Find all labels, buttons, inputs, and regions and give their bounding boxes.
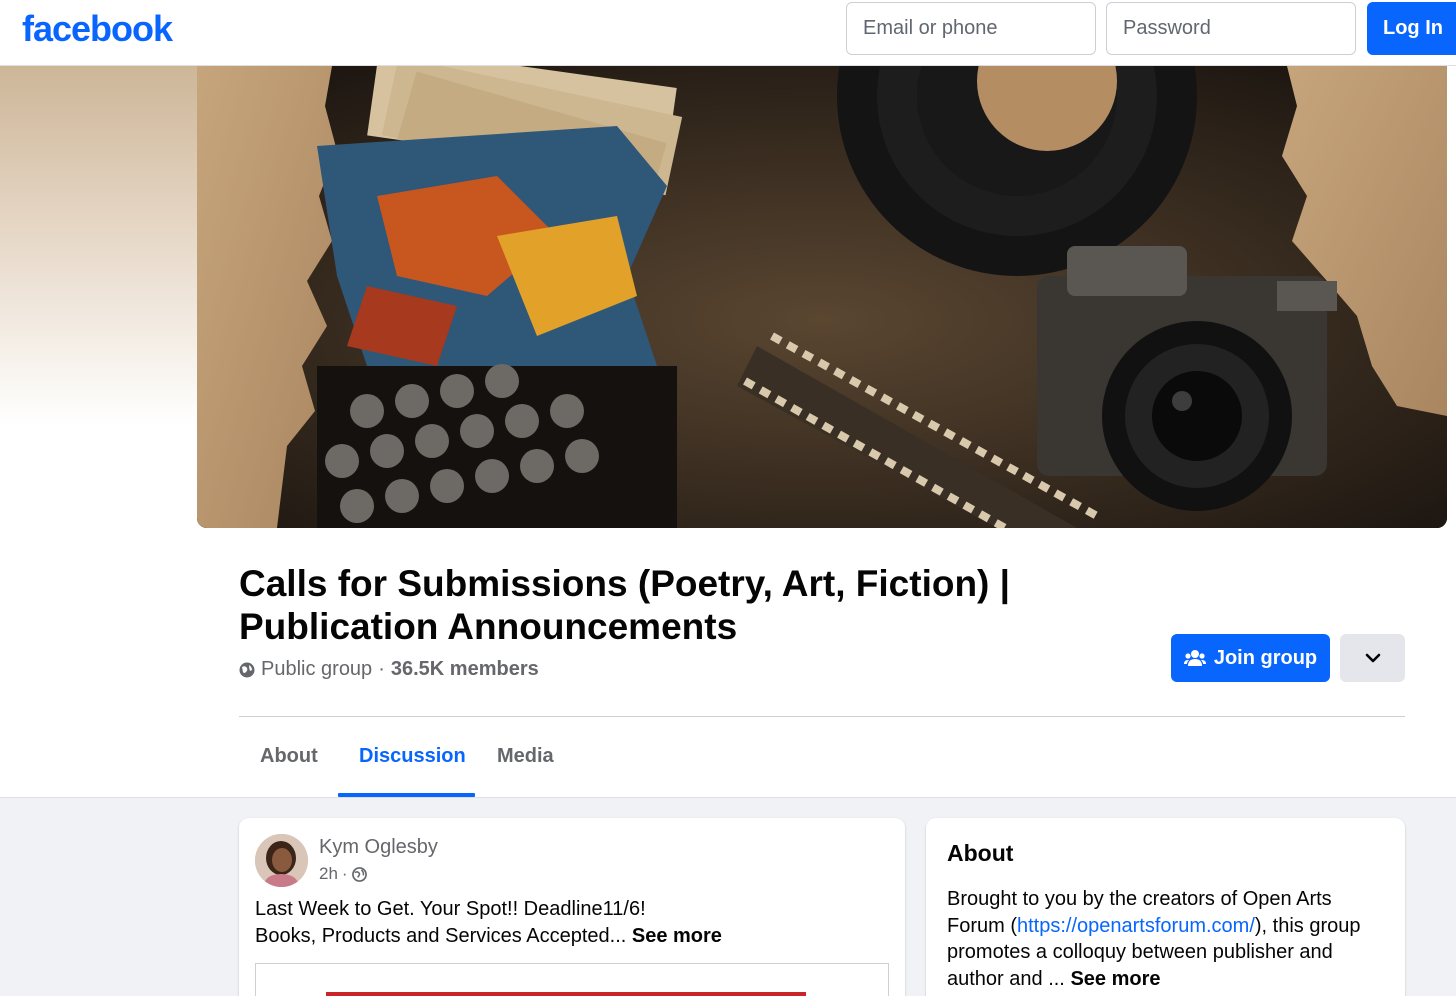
about-description: Brought to you by the creators of Open A…: [947, 886, 1387, 992]
about-card: About Brought to you by the creators of …: [926, 818, 1405, 996]
post-author[interactable]: Kym Oglesby: [319, 836, 438, 859]
post-time-value[interactable]: 2h: [319, 864, 338, 884]
about-link[interactable]: https://openartsforum.com/: [1017, 915, 1255, 937]
post-line-1: Last Week to Get. Your Spot!! Deadline11…: [255, 898, 646, 920]
tab-about[interactable]: About: [260, 745, 318, 768]
globe-icon: [351, 866, 367, 882]
join-group-button[interactable]: Join group: [1171, 634, 1330, 682]
tab-media[interactable]: Media: [497, 745, 554, 768]
post-card: Kym Oglesby 2h · Last Week to Get. Your …: [239, 818, 905, 996]
join-group-label: Join group: [1213, 646, 1318, 669]
globe-icon: [239, 662, 255, 677]
post-text: Last Week to Get. Your Spot!! Deadline11…: [255, 896, 722, 950]
left-background-fade: [0, 66, 197, 426]
post-line-2: Books, Products and Services Accepted...…: [255, 923, 722, 950]
about-see-more-link[interactable]: See more: [1070, 968, 1160, 990]
cover-photo: [197, 66, 1447, 528]
group-meta: Public group · 36.5K members: [239, 658, 539, 681]
password-field[interactable]: [1106, 2, 1356, 55]
header-divider: [239, 716, 1405, 717]
top-bar: facebook Log In: [0, 0, 1456, 66]
post-image[interactable]: [255, 963, 889, 996]
group-options-button[interactable]: [1340, 634, 1405, 682]
post-timestamp: 2h ·: [319, 864, 367, 884]
privacy-label: Public group: [261, 658, 373, 680]
join-group-icon: [1183, 650, 1206, 666]
avatar[interactable]: [255, 834, 308, 887]
member-count[interactable]: 36.5K members: [391, 658, 539, 681]
facebook-logo[interactable]: facebook: [22, 8, 173, 50]
group-title: Calls for Submissions (Poetry, Art, Fict…: [239, 563, 1011, 647]
post-time-separator: ·: [341, 864, 348, 883]
post-see-more-link[interactable]: See more: [632, 925, 722, 947]
post-line-2-text: Books, Products and Services Accepted...: [255, 925, 627, 947]
tab-discussion[interactable]: Discussion: [359, 745, 466, 768]
about-title: About: [947, 840, 1014, 866]
chevron-down-icon: [1365, 653, 1380, 663]
meta-separator: ·: [378, 658, 385, 680]
email-field[interactable]: [846, 2, 1096, 55]
login-button[interactable]: Log In: [1367, 2, 1456, 55]
